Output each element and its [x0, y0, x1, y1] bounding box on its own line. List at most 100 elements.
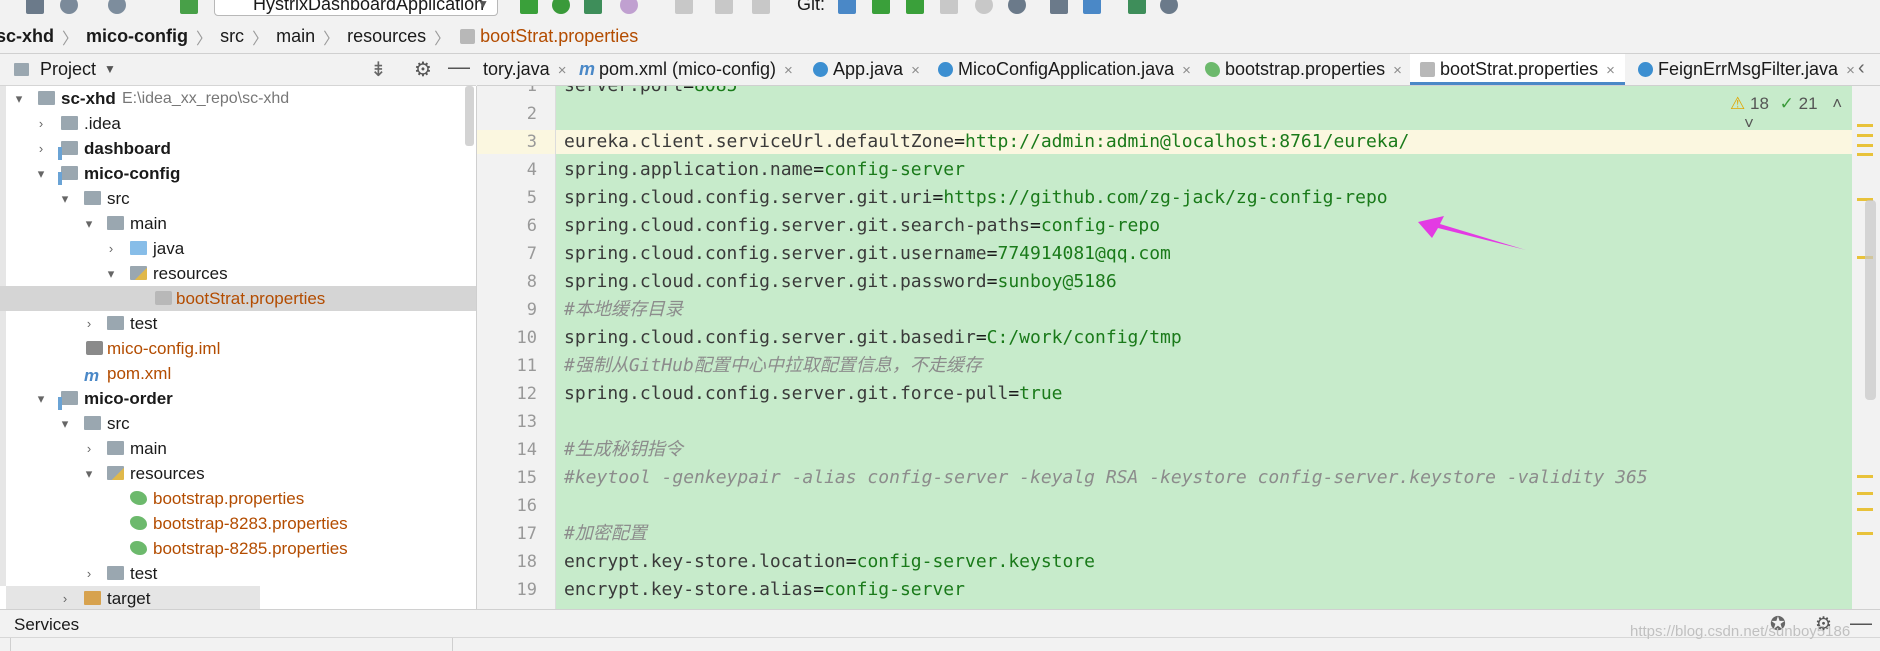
git-push-arrow-icon[interactable] — [906, 0, 924, 14]
terminal-icon[interactable] — [1128, 0, 1146, 14]
tree-item-pom-xml[interactable]: m pom.xml — [0, 361, 476, 386]
tree-item-resources[interactable]: ▾ resources — [0, 461, 476, 486]
tab-app-java[interactable]: App.java × — [807, 54, 926, 85]
tree-item-bootstrap-properties[interactable]: bootstrap.properties — [0, 486, 476, 511]
code-line[interactable]: spring.cloud.config.server.git.basedir=C… — [564, 326, 1182, 350]
code-line[interactable]: spring.cloud.config.server.git.search-pa… — [564, 214, 1160, 238]
run-icon[interactable] — [520, 0, 538, 14]
hide-panel-icon[interactable]: — — [448, 54, 470, 80]
code-comment: #keytool -genkeypair -alias config-serve… — [564, 467, 1648, 488]
breadcrumb-item-file[interactable]: bootStrat.properties — [458, 26, 638, 47]
chevron-down-icon[interactable]: ˅ — [1744, 114, 1754, 133]
sync-icon[interactable] — [60, 0, 78, 14]
search-icon[interactable] — [1160, 0, 1178, 14]
code-line[interactable]: spring.cloud.config.server.git.username=… — [564, 242, 1171, 266]
code-line[interactable]: #本地缓存目录 — [564, 298, 683, 322]
close-icon[interactable]: × — [1606, 62, 1615, 79]
git-update-icon[interactable] — [715, 0, 733, 14]
git-label: Git: — [797, 0, 826, 14]
tree-item-test[interactable]: › test — [0, 311, 476, 336]
tree-item-main[interactable]: › main — [0, 436, 476, 461]
breadcrumb-item-project[interactable]: sc-xhd — [0, 26, 54, 47]
tab-bootstrat-properties[interactable]: bootStrat.properties × — [1410, 54, 1625, 85]
close-icon[interactable]: × — [558, 62, 567, 79]
git-push-icon[interactable] — [838, 0, 856, 14]
tree-item-main[interactable]: ▾ main — [0, 211, 476, 236]
git-history-icon[interactable] — [975, 0, 993, 14]
tree-item-bootstrap-8285-properties[interactable]: bootstrap-8285.properties — [0, 536, 476, 561]
rollback-icon[interactable] — [1008, 0, 1026, 14]
tree-item-resources[interactable]: ▾ resources — [0, 261, 476, 286]
close-icon[interactable]: × — [1182, 62, 1191, 79]
breadcrumb-item-resources[interactable]: resources — [347, 26, 426, 47]
code-line[interactable]: #加密配置 — [564, 522, 647, 546]
project-panel-title[interactable]: Project — [40, 59, 96, 80]
tab-pom-xml[interactable]: m pom.xml (mico-config) × — [573, 54, 799, 85]
code-line[interactable]: server.port=8085 — [564, 86, 737, 98]
code-line[interactable]: #强制从GitHub配置中心中拉取配置信息，不走缓存 — [564, 354, 982, 378]
tab-mico-config-application-java[interactable]: MicoConfigApplication.java × — [932, 54, 1197, 85]
close-icon[interactable]: × — [1846, 62, 1855, 79]
tree-item-mico-config[interactable]: ▾ mico-config — [0, 161, 476, 186]
close-icon[interactable]: × — [1393, 62, 1402, 79]
property-key: spring.cloud.config.server.git.search-pa… — [564, 215, 1030, 236]
chevron-up-icon[interactable]: ˄ — [1832, 94, 1842, 113]
tree-item-test[interactable]: › test — [0, 561, 476, 586]
tree-item-mico-config-iml[interactable]: mico-config.iml — [0, 336, 476, 361]
tree-item-bootstrap-8283-properties[interactable]: bootstrap-8283.properties — [0, 511, 476, 536]
tree-item-src[interactable]: ▾ src — [0, 411, 476, 436]
code-line[interactable]: spring.application.name=config-server — [564, 158, 965, 182]
code-editor[interactable]: ⚠ 18 ✓ 21 ˄ ˅ server.port=8085 eureka.cli… — [556, 86, 1852, 609]
tree-item-target[interactable]: › target — [0, 586, 476, 609]
breadcrumb-item-module[interactable]: mico-config — [86, 26, 188, 47]
tree-item-idea[interactable]: › .idea — [0, 111, 476, 136]
close-icon[interactable]: × — [911, 62, 920, 79]
tab-overflow-icon[interactable]: ‹ — [1858, 57, 1865, 80]
chevron-down-icon[interactable]: ▼ — [104, 62, 116, 76]
code-line[interactable]: encrypt.key-store.location=config-server… — [564, 550, 1095, 574]
tree-item-src[interactable]: ▾ src — [0, 186, 476, 211]
property-value: config-repo — [1040, 215, 1161, 236]
tree-scrollbar[interactable] — [465, 86, 474, 146]
refresh-icon[interactable] — [108, 0, 126, 14]
line-number: 1 — [526, 86, 537, 96]
breadcrumb-item-main[interactable]: main — [276, 26, 315, 47]
git-commit-check-icon[interactable] — [872, 0, 890, 14]
tree-item-mico-order[interactable]: ▾ mico-order — [0, 386, 476, 411]
tab-repository-java[interactable]: tory.java × — [477, 54, 572, 85]
code-line[interactable]: spring.cloud.config.server.git.uri=https… — [564, 186, 1388, 210]
tree-item-bootstrat-properties[interactable]: bootStrat.properties — [0, 286, 476, 311]
git-fetch-icon[interactable] — [940, 0, 958, 14]
git-commit-icon[interactable] — [752, 0, 770, 14]
gear-icon[interactable]: ⚙ — [414, 57, 432, 82]
tab-bootstrap-properties[interactable]: bootstrap.properties × — [1199, 54, 1408, 85]
code-line[interactable]: spring.cloud.config.server.git.force-pul… — [564, 382, 1063, 406]
stop-icon[interactable] — [675, 0, 693, 14]
tree-item-dashboard[interactable]: › dashboard — [0, 136, 476, 161]
hide-panel-icon[interactable]: — — [1850, 610, 1872, 636]
structure-icon[interactable] — [1083, 0, 1101, 14]
services-label[interactable]: Services — [14, 615, 79, 635]
chevron-right-icon: › — [86, 316, 92, 331]
profile-icon[interactable] — [620, 0, 638, 14]
code-line[interactable]: #生成秘钥指令 — [564, 438, 683, 462]
debug-icon[interactable] — [552, 0, 570, 14]
tab-feign-err-msg-filter-java[interactable]: FeignErrMsgFilter.java × — [1632, 54, 1861, 85]
settings-icon[interactable] — [1050, 0, 1068, 14]
close-icon[interactable]: × — [784, 62, 793, 79]
run-configuration-select[interactable]: HystrixDashboardApplication ▼ — [214, 0, 498, 16]
coverage-icon[interactable] — [584, 0, 602, 14]
hammer-icon[interactable] — [180, 0, 198, 14]
tree-item-java[interactable]: › java — [0, 236, 476, 261]
tree-item-sc-xhd[interactable]: ▾ sc-xhd E:\idea_xx_repo\sc-xhd — [0, 86, 476, 111]
breadcrumb-item-src[interactable]: src — [220, 26, 244, 47]
code-line[interactable]: eureka.client.serviceUrl.defaultZone=htt… — [564, 130, 1409, 154]
code-line[interactable]: #keytool -genkeypair -alias config-serve… — [564, 466, 1648, 490]
collapse-all-icon[interactable]: ⇟ — [370, 57, 387, 82]
save-icon[interactable] — [26, 0, 44, 14]
annotation-arrow-shape — [1418, 216, 1526, 250]
code-line[interactable]: encrypt.key-store.alias=config-server — [564, 578, 965, 602]
inspection-widget[interactable]: ⚠ 18 ✓ 21 ˄ ˅ — [1730, 94, 1852, 134]
editor-scrollbar[interactable] — [1865, 200, 1876, 400]
code-line[interactable]: spring.cloud.config.server.git.password=… — [564, 270, 1117, 294]
